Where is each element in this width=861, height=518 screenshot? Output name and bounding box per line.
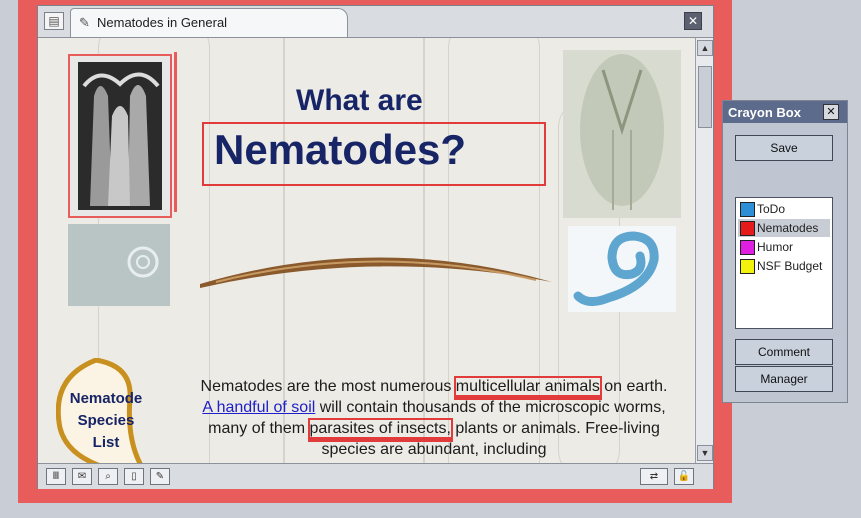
tab-document[interactable]: ✎ Nematodes in General — [70, 8, 348, 37]
nematode-mouth-image — [563, 50, 681, 218]
close-tab-button[interactable]: ✕ — [684, 12, 702, 30]
scroll-up-button[interactable]: ▲ — [697, 40, 713, 56]
color-swatch — [740, 259, 755, 274]
palette-title: Crayon Box — [728, 105, 801, 120]
comment-button[interactable]: Comment — [735, 339, 833, 365]
crayon-list: ToDo Nematodes Humor NSF Budget — [735, 197, 833, 329]
vertical-scrollbar[interactable]: ▲ ▼ — [695, 38, 713, 463]
document-window: ▤ ✎ Nematodes in General ✕ What are Nema… — [37, 5, 714, 489]
edit-icon[interactable]: ✎ — [150, 468, 170, 485]
lock-icon[interactable]: 🔓 — [674, 468, 694, 485]
notebook-icon[interactable]: Ⅲ — [46, 468, 66, 485]
highlight-parasites: parasites of insects, — [307, 418, 453, 442]
close-palette-button[interactable]: ✕ — [823, 104, 839, 120]
handful-of-soil-link[interactable]: A handful of soil — [202, 399, 315, 416]
palette-titlebar: Crayon Box ✕ — [723, 101, 847, 123]
intro-paragraph: Nematodes are the most numerous multicel… — [200, 376, 668, 458]
nematode-head-image — [68, 54, 172, 218]
cell-closeup-image — [68, 224, 170, 306]
document-icon[interactable]: ▯ — [124, 468, 144, 485]
crayon-item-todo[interactable]: ToDo — [738, 200, 830, 218]
tab-bar: ▤ ✎ Nematodes in General ✕ — [38, 6, 713, 38]
page-heading-line1: What are — [296, 84, 423, 117]
species-list-label: Nematode Species List — [69, 390, 143, 451]
color-swatch — [740, 240, 755, 255]
scroll-down-button[interactable]: ▼ — [697, 445, 713, 461]
search-icon[interactable]: ⌕ — [98, 468, 118, 485]
mail-icon[interactable]: ✉ — [72, 468, 92, 485]
scroll-thumb[interactable] — [698, 66, 712, 128]
page-heading-line2: Nematodes? — [214, 126, 467, 173]
save-button[interactable]: Save — [735, 135, 833, 161]
status-bar: Ⅲ ✉ ⌕ ▯ ✎ ⇄ 🔓 — [38, 463, 713, 489]
crayon-box-palette: Crayon Box ✕ Save ToDo Nematodes Humor N… — [722, 100, 848, 403]
tab-title: Nematodes in General — [97, 15, 228, 30]
crayon-item-humor[interactable]: Humor — [738, 238, 830, 256]
nematode-worm-image — [196, 238, 556, 298]
pin-icon: ✎ — [79, 15, 90, 30]
page-icon[interactable]: ▤ — [44, 12, 64, 30]
highlight-multicellular: multicellular animals — [453, 376, 602, 400]
spiral-nematode-image — [568, 226, 676, 312]
crayon-item-nematodes[interactable]: Nematodes — [738, 219, 830, 237]
crayon-item-nsf-budget[interactable]: NSF Budget — [738, 257, 830, 275]
connector-icon[interactable]: ⇄ — [640, 468, 668, 485]
color-swatch — [740, 221, 755, 236]
color-swatch — [740, 202, 755, 217]
species-list-link[interactable]: Nematode Species List — [56, 358, 156, 463]
page-content: What are Nematodes? Nematode Species Lis… — [38, 38, 695, 463]
annotation-mark — [174, 52, 177, 212]
manager-button[interactable]: Manager — [735, 366, 833, 392]
